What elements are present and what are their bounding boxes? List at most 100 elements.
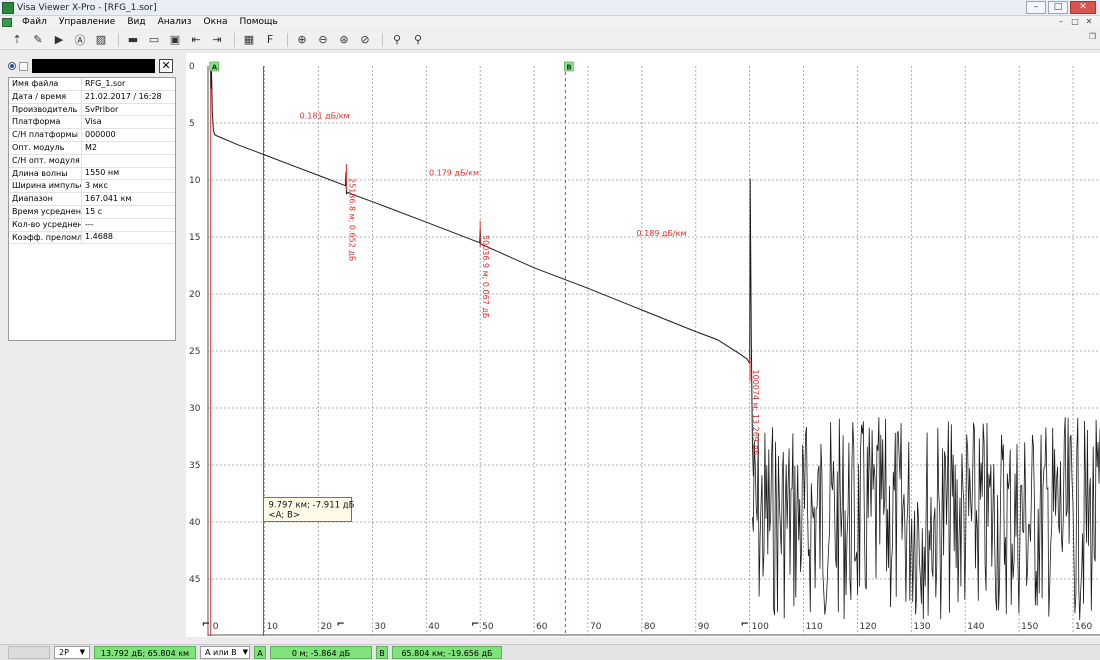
y-tick-label: 45 — [189, 575, 200, 585]
mode-select[interactable]: 2P ▼ — [54, 646, 90, 659]
x-tick-label: 10 — [267, 622, 279, 632]
info-value: 167.041 км — [85, 194, 132, 204]
trace-info-table: Имя файла RFG_1.sor Дата / время 21.02.2017… — [8, 77, 176, 341]
save-icon[interactable]: ▣ — [166, 32, 184, 48]
y-tick-label: 35 — [189, 461, 200, 471]
x-tick-label: 60 — [536, 622, 548, 632]
toolbar-separator — [234, 32, 235, 47]
pointer-icon[interactable]: ⇡ — [8, 32, 26, 48]
search-alt-icon[interactable]: ⚲ — [409, 32, 427, 48]
mode-select-value: 2P — [59, 648, 69, 657]
window-controls: – □ ✕ — [1024, 1, 1096, 14]
marker-b-value: 65.804 км; -19.656 дБ — [392, 646, 502, 659]
info-row: Дата / время 21.02.2017 / 16:28 — [9, 90, 175, 104]
marker-a-label: A — [212, 64, 218, 72]
menu-windows[interactable]: Окна — [198, 16, 234, 29]
info-key: Кол-во усреднений — [9, 218, 82, 231]
toolbar: ⇡ ✎ ▶ Ⓐ ▨ ▬ ▭ ▣ ⇤ ⇥ ▦ F ⊕ ⊖ ⊛ ⊘ ⚲ ⚲ ❒ — [0, 30, 1100, 50]
x-tick-label: 0 — [213, 622, 219, 632]
plot-background — [186, 53, 1100, 637]
reflectogram-plot[interactable]: 0 5 10 15 20 25 30 35 40 45 0 10 20 30 40 50 60 70 80 90 100… — [186, 53, 1100, 637]
marker-select[interactable]: A или B ▼ — [200, 646, 250, 659]
toolbar-separator — [118, 32, 119, 47]
marker-a-tag: A — [254, 646, 266, 659]
font-icon[interactable]: F — [261, 32, 279, 48]
minimize-button[interactable]: – — [1026, 1, 1046, 14]
menu-control[interactable]: Управление — [53, 16, 121, 29]
trace-visibility-checkbox[interactable] — [19, 61, 28, 71]
info-key: Ширина импульса — [9, 180, 82, 193]
trace-color-swatch[interactable] — [32, 59, 155, 73]
reflectogram-svg[interactable]: 0 5 10 15 20 25 30 35 40 45 0 10 20 30 40 50 60 70 80 90 100… — [186, 53, 1100, 637]
cursor-tooltip-line1: 9.797 км; -7.911 дБ — [268, 500, 354, 510]
info-value: SvPribor — [85, 104, 119, 114]
tools-icon[interactable]: ✎ — [29, 32, 47, 48]
status-bar: 2P ▼ 13.792 дБ; 65.804 км A или B ▼ A 0 … — [0, 644, 1100, 660]
y-tick-label: 20 — [189, 290, 201, 300]
event-label: 50036.9 м; 0.067 дБ — [481, 235, 490, 318]
mode-select-chevron-icon: ▼ — [79, 648, 85, 656]
info-row: Платформа Visa — [9, 116, 175, 130]
menu-view[interactable]: Вид — [121, 16, 151, 29]
doc-minimize-button[interactable]: – — [1054, 16, 1068, 28]
zoom-fit-icon[interactable]: ⊛ — [335, 32, 353, 48]
pin-icon[interactable]: ❒ — [1089, 32, 1096, 41]
info-value: 21.02.2017 / 16:28 — [85, 91, 162, 101]
close-trace-button[interactable]: ✕ — [159, 59, 173, 73]
document-icon[interactable] — [2, 18, 12, 27]
close-window-button[interactable]: ✕ — [1070, 1, 1096, 14]
doc-close-button[interactable]: ✕ — [1082, 16, 1096, 28]
maximize-button[interactable]: □ — [1048, 1, 1068, 14]
trace-radio[interactable] — [8, 62, 16, 70]
x-tick-label: 80 — [644, 622, 656, 632]
section-attenuation-label: 0.181 дБ/км — [300, 111, 350, 120]
zoom-in-icon[interactable]: ⊕ — [293, 32, 311, 48]
info-key: Опт. модуль — [9, 141, 82, 154]
menu-analysis[interactable]: Анализ — [152, 16, 198, 29]
search-icon[interactable]: ⚲ — [388, 32, 406, 48]
app-logo-icon — [2, 1, 14, 14]
window-title: Visa Viewer X-Pro - [RFG_1.sor] — [17, 2, 157, 13]
y-tick-label: 15 — [189, 233, 200, 243]
x-tick-label: 120 — [859, 622, 876, 632]
info-key: Производитель — [9, 103, 82, 116]
y-tick-label: 40 — [189, 518, 201, 528]
grid-icon[interactable]: ▦ — [240, 32, 258, 48]
info-row: Диапазон 167.041 км — [9, 193, 175, 206]
info-key: Коэфф. преломл... — [9, 231, 82, 244]
event-label: 25186.8 м; 0.652 дБ — [347, 178, 356, 261]
open-folder-icon[interactable]: ▬ — [124, 32, 142, 48]
zoom-reset-icon[interactable]: ⊘ — [356, 32, 374, 48]
marker-select-value: A или B — [205, 648, 237, 657]
toolbar-separator — [382, 32, 383, 47]
x-tick-label: 130 — [913, 622, 930, 632]
info-row: Время усреднения15 с — [9, 205, 175, 219]
info-value: 1550 нм — [85, 168, 120, 178]
x-tick-label: 30 — [374, 622, 386, 632]
import-icon[interactable]: ⇤ — [187, 32, 205, 48]
info-key: С/Н опт. модуля — [9, 154, 82, 167]
menu-file[interactable]: Файл — [16, 16, 53, 29]
play-icon[interactable]: ▶ — [50, 32, 68, 48]
doc-restore-button[interactable]: □ — [1068, 16, 1082, 28]
marker-b-tag: B — [376, 646, 388, 659]
marker-b-label: B — [566, 64, 571, 72]
y-tick-label: 10 — [189, 176, 201, 186]
export-icon[interactable]: ⇥ — [208, 32, 226, 48]
x-tick-label: 20 — [320, 622, 332, 632]
open-multi-icon[interactable]: ▭ — [145, 32, 163, 48]
zoom-out-icon[interactable]: ⊖ — [314, 32, 332, 48]
info-row: Имя файла RFG_1.sor — [9, 78, 175, 91]
image-icon[interactable]: ▨ — [92, 32, 110, 48]
menu-help[interactable]: Помощь — [233, 16, 283, 29]
marker-a-value: 0 м; -5.864 дБ — [270, 646, 372, 659]
info-row: Ширина импульса 3 мкс — [9, 180, 175, 194]
toolbar-separator — [287, 32, 288, 47]
info-value: 000000 — [85, 130, 116, 140]
info-key: Имя файла — [9, 78, 82, 90]
x-tick-label: 100 — [752, 622, 769, 632]
info-value: RFG_1.sor — [85, 78, 126, 88]
auto-icon[interactable]: Ⓐ — [71, 32, 89, 48]
info-row: Кол-во усреднений--- — [9, 218, 175, 232]
x-tick-label: 140 — [967, 622, 984, 632]
